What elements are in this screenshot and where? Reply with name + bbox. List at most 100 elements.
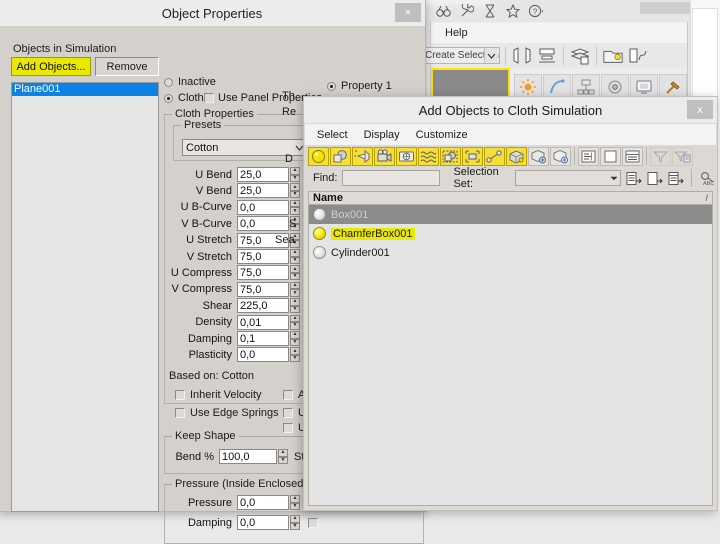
close-icon[interactable]: x: [687, 100, 713, 119]
cloth-parameter-stepper[interactable]: ▲▼: [290, 315, 300, 330]
select-invert-icon[interactable]: [668, 169, 684, 187]
stepper-down-icon[interactable]: ▼: [290, 289, 300, 297]
stepper-down-icon[interactable]: ▼: [290, 523, 300, 531]
pressure-stepper[interactable]: ▲▼: [290, 495, 300, 510]
pressure-damping-checkbox[interactable]: [308, 518, 318, 528]
stepper-up-icon[interactable]: ▲: [290, 282, 300, 290]
unselected-hidden-icon[interactable]: [528, 147, 549, 166]
checkbox-indicator[interactable]: [283, 423, 293, 433]
pressure-damping-input[interactable]: 0,0: [237, 515, 289, 530]
stepper-up-icon[interactable]: ▲: [290, 495, 300, 503]
helpers-icon[interactable]: [396, 147, 417, 166]
cloth-parameter-stepper[interactable]: ▲▼: [290, 331, 300, 346]
cloth-parameter-input[interactable]: 75,0: [237, 265, 289, 280]
stepper-down-icon[interactable]: ▼: [278, 457, 288, 465]
radio-property-1[interactable]: Property 1: [327, 80, 392, 92]
visibility-bulb-icon[interactable]: [313, 208, 326, 221]
frozen-icon[interactable]: [550, 147, 571, 166]
stepper-up-icon[interactable]: ▲: [278, 449, 288, 457]
cameras-icon[interactable]: [374, 147, 395, 166]
radio-indicator[interactable]: [164, 78, 173, 87]
display-children-icon[interactable]: [600, 147, 621, 166]
cloth-parameter-input[interactable]: 75,0: [237, 282, 289, 297]
visibility-bulb-icon[interactable]: [313, 246, 326, 259]
help-circle-icon[interactable]: ?: [526, 2, 545, 21]
filter-list-icon[interactable]: [672, 147, 693, 166]
pressure-damping-stepper[interactable]: ▲▼: [290, 515, 300, 530]
align-icon[interactable]: [536, 45, 558, 66]
geometry-sphere-icon[interactable]: [308, 147, 329, 166]
stepper-up-icon[interactable]: ▲: [290, 515, 300, 523]
filter-icon[interactable]: [650, 147, 671, 166]
cloth-parameter-input[interactable]: 0,1: [237, 331, 289, 346]
stepper-up-icon[interactable]: ▲: [290, 265, 300, 273]
list-item[interactable]: ChamferBox001: [309, 224, 712, 243]
stepper-up-icon[interactable]: ▲: [290, 200, 300, 208]
groups-icon[interactable]: [440, 147, 461, 166]
bones-icon[interactable]: [484, 147, 505, 166]
list-column-header[interactable]: Name /: [308, 191, 713, 205]
cloth-parameter-input[interactable]: 225,0: [237, 298, 289, 313]
cloth-parameter-stepper[interactable]: ▲▼: [290, 183, 300, 198]
bend-percent-stepper[interactable]: ▲▼: [278, 449, 288, 464]
checkbox-indicator[interactable]: [175, 390, 185, 400]
checkbox-indicator[interactable]: [283, 390, 293, 400]
add-objects-button[interactable]: Add Objects...: [11, 57, 91, 76]
use-edge-springs-checkbox[interactable]: Use Edge Springs: [175, 407, 279, 419]
cloth-parameter-stepper[interactable]: ▲▼: [290, 167, 300, 182]
cloth-parameter-stepper[interactable]: ▲▼: [290, 347, 300, 362]
select-none-icon[interactable]: [647, 169, 663, 187]
layers-icon[interactable]: [569, 45, 591, 66]
stepper-down-icon[interactable]: ▼: [290, 322, 300, 330]
menu-select[interactable]: Select: [317, 129, 348, 141]
list-item[interactable]: Box001: [309, 205, 712, 224]
simulation-objects-list[interactable]: Plane001: [11, 82, 159, 512]
container-icon[interactable]: [506, 147, 527, 166]
menu-display[interactable]: Display: [364, 129, 400, 141]
cloth-parameter-input[interactable]: 0,0: [237, 216, 289, 231]
mirror-icon[interactable]: [511, 45, 533, 66]
chevron-down-icon[interactable]: [484, 48, 498, 63]
folder-light-icon[interactable]: [602, 45, 624, 66]
stepper-down-icon[interactable]: ▼: [290, 191, 300, 199]
stepper-up-icon[interactable]: ▲: [290, 331, 300, 339]
wrench-icon[interactable]: [457, 2, 476, 21]
curve-editor-icon[interactable]: [627, 45, 649, 66]
stepper-down-icon[interactable]: ▼: [290, 306, 300, 314]
cloth-parameter-input[interactable]: 0,0: [237, 200, 289, 215]
cloth-parameter-stepper[interactable]: ▲▼: [290, 265, 300, 280]
hourglass-icon[interactable]: [480, 2, 499, 21]
list-item[interactable]: Plane001: [12, 83, 158, 96]
scene-objects-list[interactable]: Box001 ChamferBox001 Cylinder001: [308, 205, 713, 506]
stepper-up-icon[interactable]: ▲: [290, 347, 300, 355]
stepper-up-icon[interactable]: ▲: [290, 183, 300, 191]
cloth-parameter-input[interactable]: 0,01: [237, 315, 289, 330]
xrefs-icon[interactable]: [462, 147, 483, 166]
checkbox-indicator[interactable]: [175, 408, 185, 418]
stepper-down-icon[interactable]: ▼: [290, 355, 300, 363]
pressure-input[interactable]: 0,0: [237, 495, 289, 510]
radio-indicator[interactable]: [164, 94, 173, 103]
cloth-parameter-input[interactable]: 0,0: [237, 347, 289, 362]
lights-icon[interactable]: [352, 147, 373, 166]
stepper-up-icon[interactable]: ▲: [290, 249, 300, 257]
display-subtree-icon[interactable]: [578, 147, 599, 166]
bend-percent-input[interactable]: 100,0: [219, 449, 277, 464]
bg-help-menu[interactable]: Help: [445, 27, 468, 39]
cloth-parameter-input[interactable]: 25,0: [237, 167, 289, 182]
checkbox-indicator[interactable]: [283, 408, 293, 418]
cloth-parameter-stepper[interactable]: ▲▼: [290, 298, 300, 313]
close-icon[interactable]: ×: [395, 3, 421, 22]
stepper-down-icon[interactable]: ▼: [290, 503, 300, 511]
cloth-parameter-input[interactable]: 75,0: [237, 249, 289, 264]
radio-indicator[interactable]: [327, 82, 336, 91]
stepper-up-icon[interactable]: ▲: [290, 167, 300, 175]
search-input[interactable]: [342, 170, 440, 186]
sort-alpha-icon[interactable]: ABC: [699, 169, 716, 187]
cloth-parameter-stepper[interactable]: ▲▼: [290, 249, 300, 264]
stepper-down-icon[interactable]: ▼: [290, 175, 300, 183]
checkbox-indicator[interactable]: [204, 93, 214, 103]
create-selection-set-combo[interactable]: Create Selection Se: [422, 47, 500, 64]
remove-button[interactable]: Remove: [95, 57, 159, 76]
stepper-up-icon[interactable]: ▲: [290, 315, 300, 323]
